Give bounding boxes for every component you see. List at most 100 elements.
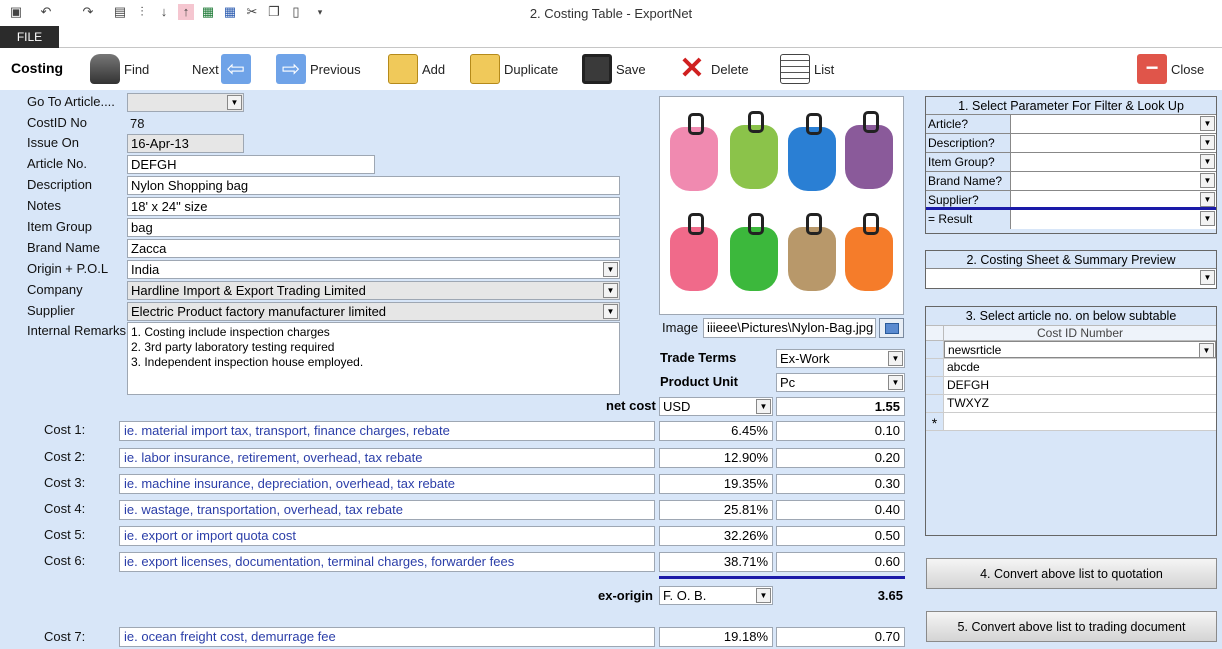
cost-amount-field[interactable]: 0.60 bbox=[776, 552, 905, 572]
image-browse-button[interactable] bbox=[879, 318, 904, 338]
issue-date-field[interactable]: 16-Apr-13 bbox=[127, 134, 244, 153]
cost-amount-field[interactable]: 0.70 bbox=[776, 627, 905, 647]
cost-description-field[interactable]: ie. machine insurance, depreciation, ove… bbox=[119, 474, 655, 494]
row-selector[interactable] bbox=[926, 395, 944, 412]
customize-icon[interactable]: ▾ bbox=[312, 4, 328, 20]
filter-brand-select[interactable]: ▼ bbox=[1011, 172, 1216, 190]
row-selector[interactable] bbox=[926, 377, 944, 394]
delete-x-icon: ✕ bbox=[679, 52, 705, 85]
list-button[interactable]: List bbox=[780, 50, 834, 88]
supplier-select[interactable]: Electric Product factory manufacturer li… bbox=[127, 302, 620, 321]
row-selector[interactable] bbox=[926, 341, 944, 358]
table-row[interactable]: TWXYZ bbox=[926, 395, 1216, 413]
row-selector[interactable] bbox=[926, 359, 944, 376]
remarks-textarea[interactable]: 1. Costing include inspection charges 2.… bbox=[127, 322, 620, 395]
paste-icon[interactable]: ▯ bbox=[288, 4, 304, 20]
preview-select[interactable]: ▼ bbox=[926, 269, 1216, 288]
duplicate-button[interactable]: Duplicate bbox=[470, 50, 558, 88]
chevron-down-icon: ▼ bbox=[888, 351, 903, 366]
supplier-value: Electric Product factory manufacturer li… bbox=[131, 304, 387, 319]
delete-button[interactable]: ✕ Delete bbox=[677, 50, 749, 88]
subtable-cell-select[interactable]: newsrticle ▼ bbox=[944, 341, 1216, 358]
cost-percent-field[interactable]: 25.81% bbox=[659, 500, 773, 520]
bag-green bbox=[730, 111, 778, 189]
image-add-icon bbox=[884, 323, 899, 334]
new-record-cell[interactable] bbox=[944, 413, 1216, 430]
cost-description-field[interactable]: ie. wastage, transportation, overhead, t… bbox=[119, 500, 655, 520]
cost-description-field[interactable]: ie. labor insurance, retirement, overhea… bbox=[119, 448, 655, 468]
cost-percent-field[interactable]: 12.90% bbox=[659, 448, 773, 468]
form-icon[interactable]: ▤ bbox=[112, 4, 128, 20]
filter-article-select[interactable]: ▼ bbox=[1011, 115, 1216, 133]
goto-article-select[interactable]: ▼ bbox=[127, 93, 244, 112]
find-button[interactable]: Find bbox=[90, 50, 149, 88]
ex-origin-term-select[interactable]: F. O. B. ▼ bbox=[659, 586, 773, 605]
table-row[interactable]: abcde bbox=[926, 359, 1216, 377]
description-field[interactable]: Nylon Shopping bag bbox=[127, 176, 620, 195]
remarks-line: 1. Costing include inspection charges bbox=[131, 325, 330, 339]
copy-icon[interactable]: ❐ bbox=[266, 4, 282, 20]
previous-button[interactable]: ⇨ Previous bbox=[276, 50, 361, 88]
sort-asc-icon[interactable]: ↓ bbox=[156, 4, 172, 20]
new-record-marker: * bbox=[926, 413, 944, 431]
convert-to-quotation-button[interactable]: 4. Convert above list to quotation bbox=[926, 558, 1217, 589]
cell-value[interactable]: abcde bbox=[944, 359, 1216, 376]
filter-supplier-select[interactable]: ▼ bbox=[1011, 191, 1216, 207]
cost-amount-field[interactable]: 0.40 bbox=[776, 500, 905, 520]
notes-field[interactable]: 18' x 24" size bbox=[127, 197, 620, 216]
save-button[interactable]: Save bbox=[582, 50, 646, 88]
image-path-field[interactable]: iiieee\Pictures\Nylon-Bag.jpg bbox=[703, 318, 876, 338]
filter-item-group-select[interactable]: ▼ bbox=[1011, 153, 1216, 171]
filter-row-description: Description? ▼ bbox=[926, 134, 1216, 153]
app-icon: ▣ bbox=[9, 4, 23, 19]
convert-to-trading-document-button[interactable]: 5. Convert above list to trading documen… bbox=[926, 611, 1217, 642]
next-button[interactable]: Next ⇦ bbox=[192, 50, 255, 88]
word-icon[interactable]: ▦ bbox=[222, 4, 238, 20]
delete-label: Delete bbox=[711, 61, 749, 77]
cost-amount-field[interactable]: 0.30 bbox=[776, 474, 905, 494]
cost-percent-field[interactable]: 19.35% bbox=[659, 474, 773, 494]
item-group-field[interactable]: bag bbox=[127, 218, 620, 237]
article-no-field[interactable]: DEFGH bbox=[127, 155, 375, 174]
cell-value[interactable]: TWXYZ bbox=[944, 395, 1216, 412]
cost-percent-field[interactable]: 38.71% bbox=[659, 552, 773, 572]
column-header[interactable]: Cost ID Number bbox=[944, 326, 1216, 340]
tab-costing[interactable]: Costing bbox=[11, 60, 63, 76]
add-label: Add bbox=[422, 61, 446, 77]
new-record-row[interactable]: * bbox=[926, 413, 1216, 431]
cost-description-field[interactable]: ie. export or import quota cost bbox=[119, 526, 655, 546]
product-unit-select[interactable]: Pc ▼ bbox=[776, 373, 905, 392]
net-cost-value[interactable]: 1.55 bbox=[776, 397, 905, 416]
result-select[interactable]: ▼ bbox=[1011, 210, 1216, 229]
currency-select[interactable]: USD ▼ bbox=[659, 397, 773, 416]
chevron-down-icon: ▼ bbox=[603, 304, 618, 319]
cost-description-field[interactable]: ie. ocean freight cost, demurrage fee bbox=[119, 627, 655, 647]
undo-icon[interactable]: ↶ bbox=[38, 4, 54, 20]
cost-percent-field[interactable]: 32.26% bbox=[659, 526, 773, 546]
sort-desc-icon[interactable]: ↑ bbox=[178, 4, 194, 20]
filter-icon[interactable]: ⫶ bbox=[134, 4, 150, 20]
file-menu[interactable]: FILE bbox=[0, 26, 59, 48]
trade-terms-select[interactable]: Ex-Work ▼ bbox=[776, 349, 905, 368]
table-row[interactable]: newsrticle ▼ bbox=[926, 341, 1216, 359]
cost-amount-field[interactable]: 0.10 bbox=[776, 421, 905, 441]
cost-amount-field[interactable]: 0.50 bbox=[776, 526, 905, 546]
redo-icon[interactable]: ↷ bbox=[80, 4, 96, 20]
close-button[interactable]: − Close bbox=[1137, 50, 1204, 88]
cost-percent-field[interactable]: 19.18% bbox=[659, 627, 773, 647]
cost-amount-field[interactable]: 0.20 bbox=[776, 448, 905, 468]
company-select[interactable]: Hardline Import & Export Trading Limited… bbox=[127, 281, 620, 300]
next-label: Next bbox=[192, 61, 219, 77]
cost-label: Cost 3: bbox=[44, 475, 86, 490]
add-button[interactable]: Add bbox=[388, 50, 445, 88]
excel-icon[interactable]: ▦ bbox=[200, 4, 216, 20]
cost-description-field[interactable]: ie. export licenses, documentation, term… bbox=[119, 552, 655, 572]
origin-select[interactable]: India ▼ bbox=[127, 260, 620, 279]
filter-description-select[interactable]: ▼ bbox=[1011, 134, 1216, 152]
table-row[interactable]: DEFGH bbox=[926, 377, 1216, 395]
cell-value[interactable]: DEFGH bbox=[944, 377, 1216, 394]
cost-description-field[interactable]: ie. material import tax, transport, fina… bbox=[119, 421, 655, 441]
cut-icon[interactable]: ✂ bbox=[244, 4, 260, 20]
brand-field[interactable]: Zacca bbox=[127, 239, 620, 258]
cost-percent-field[interactable]: 6.45% bbox=[659, 421, 773, 441]
